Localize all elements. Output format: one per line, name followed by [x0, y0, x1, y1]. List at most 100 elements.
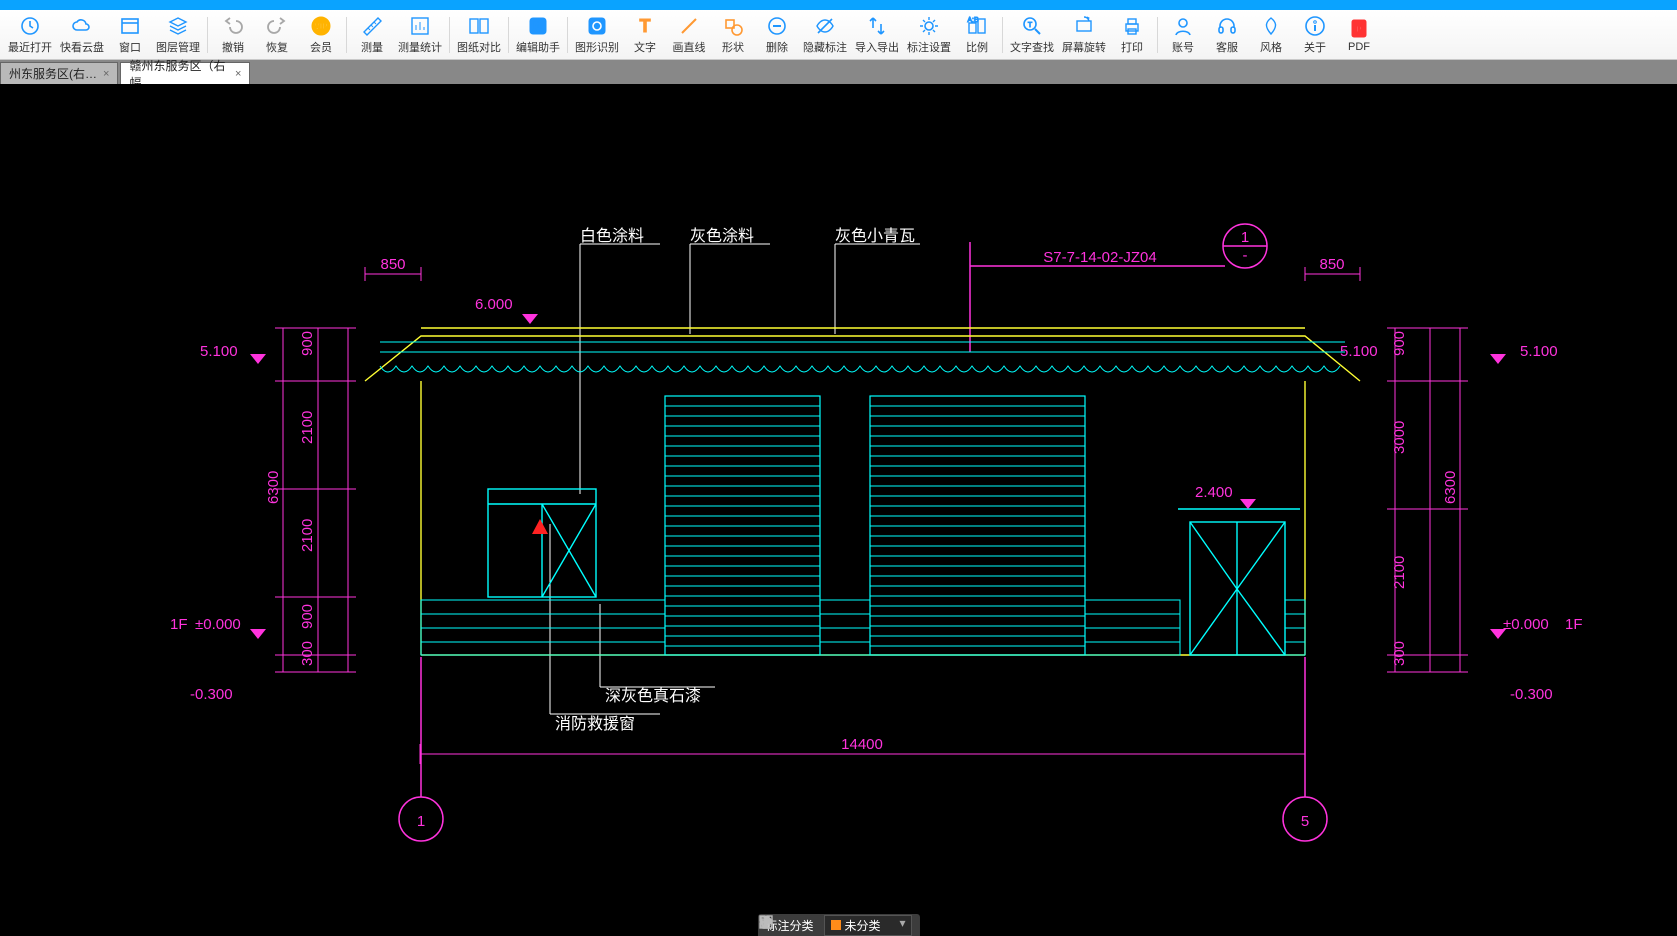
svg-text:T: T [640, 16, 651, 36]
annot-category-select[interactable]: 未分类 [824, 915, 912, 936]
toolbar-label: 打印 [1121, 39, 1143, 55]
main-toolbar: 最近打开快看云盘窗口图层管理 撤销恢复VIP会员测量测量统计图纸对比助编辑助手图形… [0, 10, 1677, 60]
dim-6300-r: 6300 [1442, 471, 1459, 504]
toolbar-shape[interactable]: 形状 [711, 12, 755, 58]
toolbar-text-find[interactable]: T 文字查找 [1006, 12, 1058, 58]
toolbar-label: 比例 [966, 39, 988, 55]
cloud-icon [71, 15, 93, 37]
toolbar-annot-set[interactable]: 标注设置 [903, 12, 955, 58]
toolbar-label: 隐藏标注 [803, 39, 847, 55]
toolbar-window[interactable]: 窗口 [108, 12, 152, 58]
toolbar-style[interactable]: 风格 [1249, 12, 1293, 58]
ref-code: S7-7-14-02-JZ04 [1043, 249, 1156, 266]
toolbar-print[interactable]: 打印 [1110, 12, 1154, 58]
toolbar-measure[interactable]: 测量 [350, 12, 394, 58]
toolbar-edit-assist[interactable]: 助编辑助手 [512, 12, 564, 58]
toolbar-service[interactable]: 客服 [1205, 12, 1249, 58]
storey-r-suffix: 1F [1565, 616, 1583, 633]
toolbar-cloud[interactable]: 快看云盘 [56, 12, 108, 58]
toolbar-delete[interactable]: 删除 [755, 12, 799, 58]
toolbar-measure-stat[interactable]: 测量统计 [394, 12, 446, 58]
text-icon: T [634, 15, 656, 37]
hide-annot-icon [814, 15, 836, 37]
dim-300-r: 300 [1391, 641, 1408, 666]
toolbar-compare[interactable]: 图纸对比 [453, 12, 505, 58]
toolbar-label: 形状 [722, 39, 744, 55]
toolbar-undo[interactable]: 撤销 [211, 12, 255, 58]
dim-300-l: 300 [299, 641, 316, 666]
dim-850-r: 850 [1319, 256, 1344, 273]
lvl-0-l: ±0.000 [195, 616, 241, 633]
dim-3000-r: 3000 [1391, 421, 1408, 454]
toolbar-label: PDF [1348, 41, 1370, 53]
dim-6300-l: 6300 [265, 471, 282, 504]
toolbar-recent[interactable]: 最近打开 [4, 12, 56, 58]
toolbar-label: 风格 [1260, 39, 1282, 55]
rotate-icon [1073, 15, 1095, 37]
delete-icon [766, 15, 788, 37]
toolbar-layers[interactable]: 图层管理 [152, 12, 204, 58]
tab-close-icon[interactable]: × [235, 68, 241, 80]
toolbar-separator [1157, 17, 1158, 53]
scale-icon: A:B [966, 15, 988, 37]
toolbar-separator [508, 17, 509, 53]
lvl-5100-l: 5.100 [200, 343, 238, 360]
toolbar-account[interactable]: 账号 [1161, 12, 1205, 58]
toolbar-separator [449, 17, 450, 53]
dim-850-l: 850 [380, 256, 405, 273]
tab-close-icon[interactable]: × [103, 68, 109, 80]
fire-window-marker [532, 519, 548, 534]
toolbar-label: 标注设置 [907, 39, 951, 55]
dim-14400: 14400 [841, 736, 883, 753]
toolbar-scale[interactable]: A:B 比例 [955, 12, 999, 58]
toolbar-hide-annot[interactable]: 隐藏标注 [799, 12, 851, 58]
document-tab[interactable]: 州东服务区(右…× [0, 62, 118, 84]
toolbar-label: 图形识别 [575, 39, 619, 55]
toolbar-vip[interactable]: VIP会员 [299, 12, 343, 58]
toolbar-img-recog[interactable]: 图形识别 [571, 12, 623, 58]
toolbar-label: 屏幕旋转 [1062, 39, 1106, 55]
label-grey-paint: 灰色涂料 [690, 227, 754, 245]
shape-icon [722, 15, 744, 37]
about-icon [1304, 15, 1326, 37]
toolbar-label: 客服 [1216, 39, 1238, 55]
lvl-neg03-l: -0.300 [190, 686, 233, 703]
toolbar-label: 快看云盘 [60, 39, 104, 55]
toolbar-label: 删除 [766, 39, 788, 55]
toolbar-label: 测量统计 [398, 39, 442, 55]
dim-900-r1: 900 [1391, 331, 1408, 356]
dim-900-l2: 900 [299, 604, 316, 629]
toolbar-label: 文字查找 [1010, 39, 1054, 55]
toolbar-label: 窗口 [119, 39, 141, 55]
edit-assist-icon: 助 [527, 15, 549, 37]
toolbar-label: 编辑助手 [516, 39, 560, 55]
drawing-svg: 14400 1 5 1 - S7-7-14-02-JZ04 白色涂料 灰色涂料 … [0, 84, 1677, 936]
trash-icon[interactable] [757, 914, 773, 930]
svg-text:A:B: A:B [967, 17, 979, 24]
document-tabs: 州东服务区(右…×赣州东服务区（右幅…× [0, 60, 1677, 84]
drawing-canvas[interactable]: 14400 1 5 1 - S7-7-14-02-JZ04 白色涂料 灰色涂料 … [0, 84, 1677, 936]
text-find-icon: T [1021, 15, 1043, 37]
toolbar-label: 图层管理 [156, 39, 200, 55]
toolbar-import-export[interactable]: 导入导出 [851, 12, 903, 58]
toolbar-label: 画直线 [673, 39, 706, 55]
lvl-6000: 6.000 [475, 296, 513, 313]
label-white-paint: 白色涂料 [580, 227, 644, 245]
document-tab[interactable]: 赣州东服务区（右幅…× [120, 62, 250, 84]
dim-2100-l2: 2100 [299, 519, 316, 552]
toolbar-label: 撤销 [222, 39, 244, 55]
toolbar-label: 账号 [1172, 39, 1194, 55]
toolbar-about[interactable]: 关于 [1293, 12, 1337, 58]
toolbar-label: 导入导出 [855, 39, 899, 55]
axis-bubble-5: 5 [1301, 813, 1309, 830]
bottom-toolbar: 标注分类 未分类 [757, 914, 919, 936]
toolbar-line[interactable]: 画直线 [667, 12, 711, 58]
toolbar-label: 关于 [1304, 39, 1326, 55]
toolbar-text[interactable]: T文字 [623, 12, 667, 58]
toolbar-redo[interactable]: 恢复 [255, 12, 299, 58]
toolbar-pdf[interactable]: PPDF [1337, 12, 1381, 58]
window-icon [119, 15, 141, 37]
toolbar-rotate[interactable]: 屏幕旋转 [1058, 12, 1110, 58]
toolbar-separator [346, 17, 347, 53]
style-icon [1260, 15, 1282, 37]
